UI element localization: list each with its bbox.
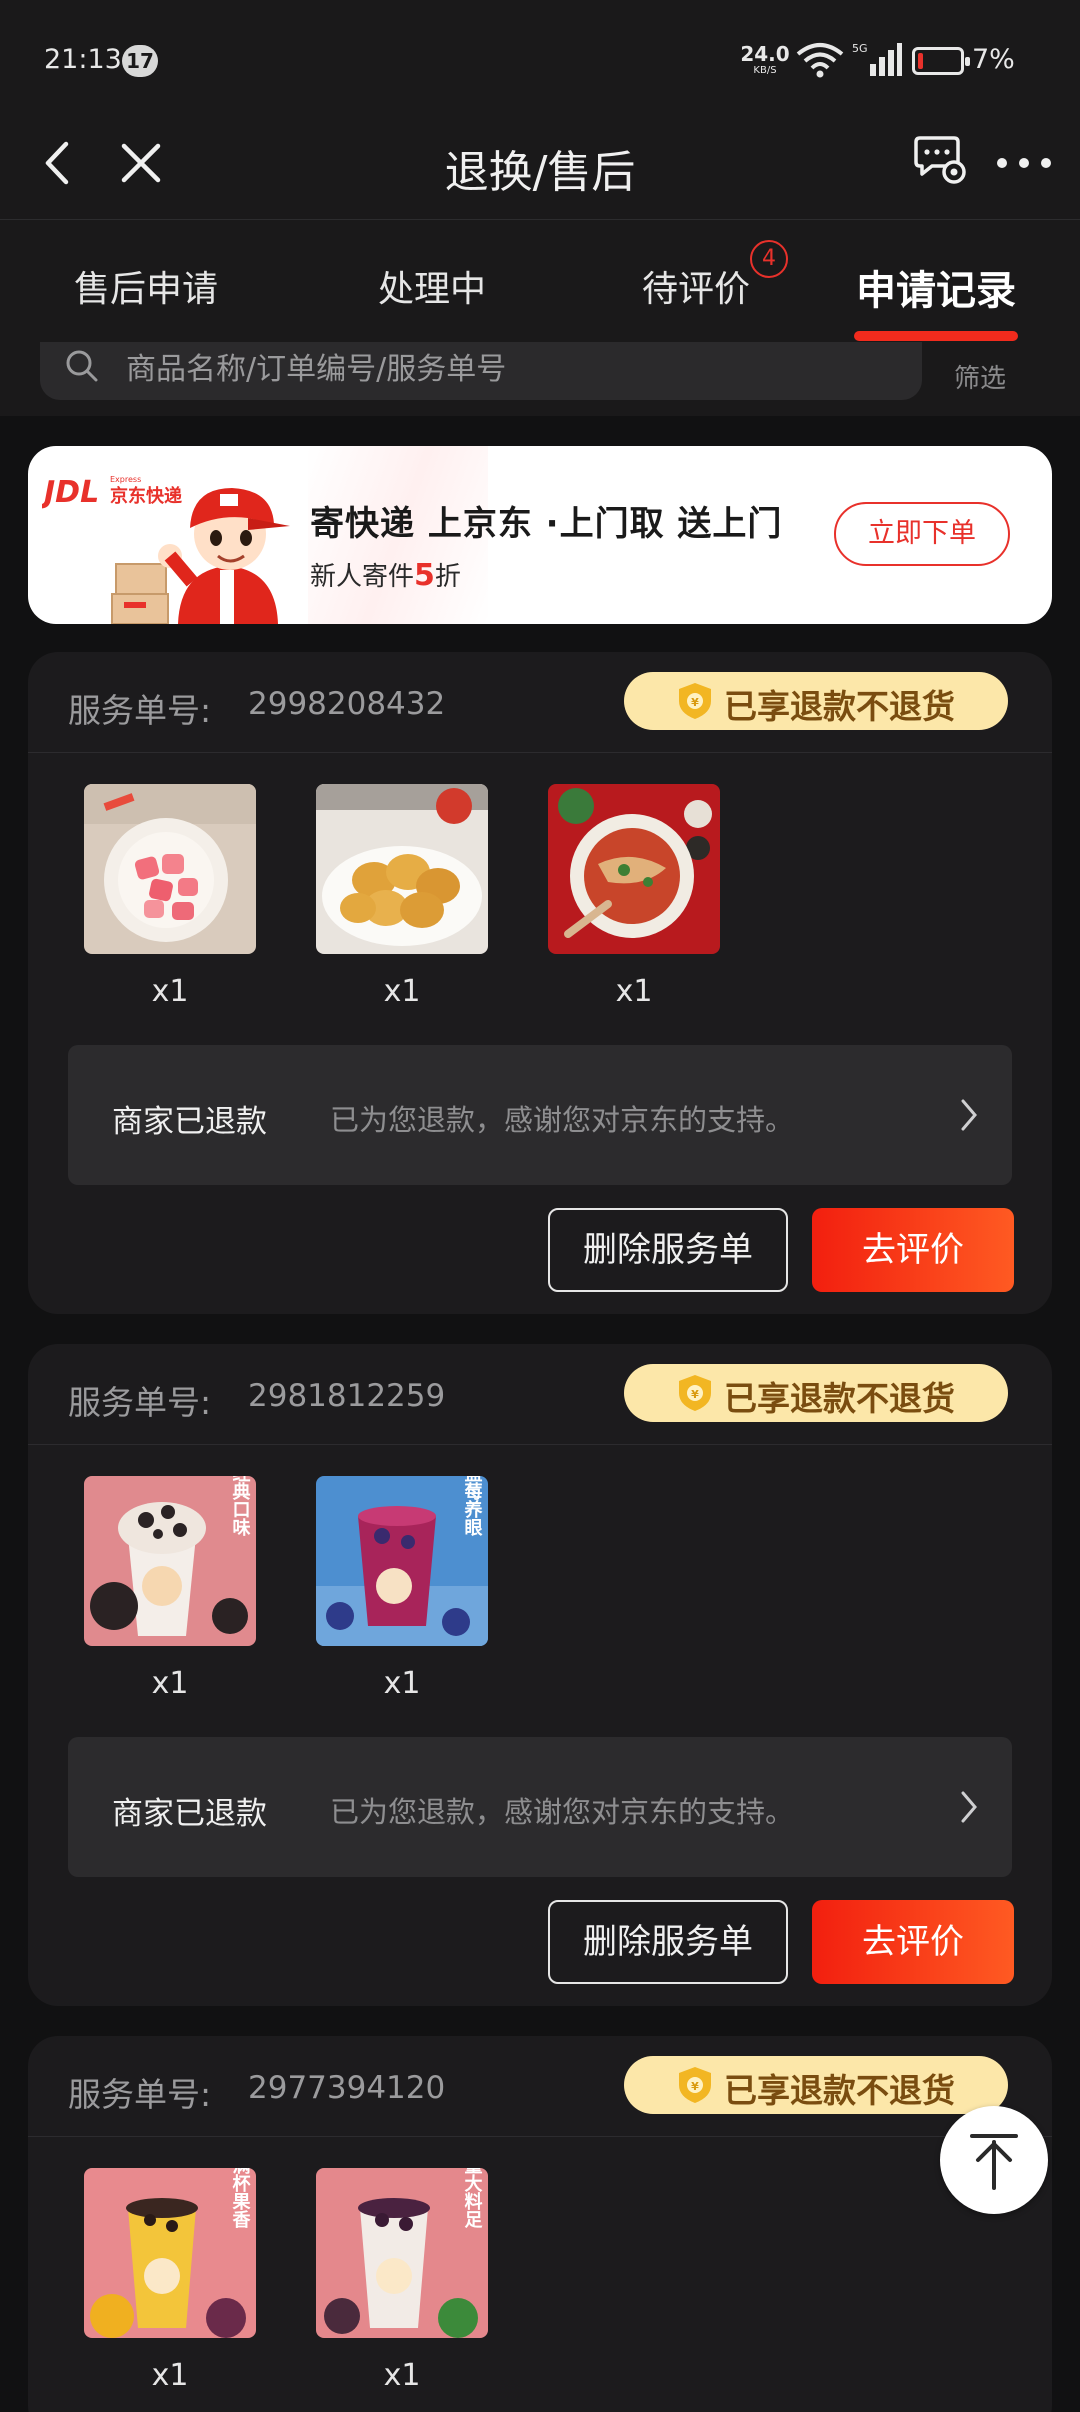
product-quantity: x1 xyxy=(151,2358,189,2393)
search-icon xyxy=(66,350,98,382)
banner-subtitle-prefix: 新人寄件 xyxy=(310,562,415,592)
product-item[interactable]: x1 xyxy=(316,784,488,1009)
shield-icon: ¥ xyxy=(679,683,711,719)
service-order-number: 2977394120 xyxy=(248,2070,446,2106)
tab-application-records[interactable]: 申请记录 xyxy=(856,258,1016,316)
status-bar: 21:13 17 24.0 KB/S 5G 7% xyxy=(0,0,1080,108)
filter-button[interactable]: 筛选 xyxy=(954,358,1006,395)
close-icon[interactable] xyxy=(116,138,166,188)
tab-to-review[interactable]: 待评价 xyxy=(642,260,750,312)
write-review-button[interactable]: 去评价 xyxy=(812,1900,1014,1984)
product-quantity: x1 xyxy=(151,1666,189,1701)
product-tag-text: 蓝莓养眼 xyxy=(462,1476,484,1537)
service-order-number: 2981812259 xyxy=(248,1378,446,1414)
product-image: 量大料足 xyxy=(316,2155,488,2338)
product-quantity: x1 xyxy=(615,974,653,1009)
scroll-to-top-button[interactable] xyxy=(940,2106,1048,2214)
refund-without-return-badge: ¥ 已享退款不退货 xyxy=(624,1364,1008,1422)
search-input[interactable]: 商品名称/订单编号/服务单号 xyxy=(40,342,922,400)
cellular-signal-icon: 5G xyxy=(852,42,902,76)
product-item[interactable]: x1 xyxy=(84,784,256,1009)
product-tag-text: 满杯果香 xyxy=(230,2168,252,2229)
svg-text:¥: ¥ xyxy=(691,2080,699,2093)
wifi-icon xyxy=(796,43,844,78)
svg-text:5G: 5G xyxy=(852,42,868,55)
product-image: 经典口味 xyxy=(84,1463,256,1646)
refund-status-description: 已为您退款，感谢您对京东的支持。 xyxy=(330,1795,795,1829)
svg-text:¥: ¥ xyxy=(691,1388,699,1401)
shield-icon: ¥ xyxy=(679,1375,711,1411)
svg-text:¥: ¥ xyxy=(691,696,699,709)
tab-after-sale-apply[interactable]: 售后申请 xyxy=(74,260,218,312)
network-speed-value: 24.0 xyxy=(740,42,790,66)
service-order-number-label: 服务单号: xyxy=(68,691,212,730)
service-order-card: 服务单号: 2981812259 ¥ 已享退款不退货 经典口味 x1 蓝莓养眼 … xyxy=(28,1344,1052,2006)
clock: 21:13 xyxy=(44,44,122,75)
product-quantity: x1 xyxy=(383,974,421,1009)
order-now-button[interactable]: 立即下单 xyxy=(834,502,1010,566)
service-order-header: 服务单号: 2981812259 ¥ 已享退款不退货 xyxy=(28,1344,1052,1445)
page-title: 退换/售后 xyxy=(444,147,636,198)
tab-bar: 售后申请 处理中 待评价 申请记录 xyxy=(0,220,1080,342)
refund-status-description: 已为您退款，感谢您对京东的支持。 xyxy=(330,1103,795,1137)
network-speed-unit: KB/S xyxy=(753,65,777,76)
refund-status-row[interactable]: 商家已退款 已为您退款，感谢您对京东的支持。 xyxy=(68,1045,1012,1185)
banner-title: 寄快递 上京东 ·上门取 送上门 xyxy=(310,504,783,544)
jd-express-ad-banner[interactable]: JDL Express 京东快递 寄快递 上京东 ·上门取 送上门 新人寄件5折… xyxy=(28,446,1052,624)
network-speed: 24.0 KB/S xyxy=(740,44,790,76)
active-tab-indicator xyxy=(854,331,1018,341)
service-order-number-label: 服务单号: xyxy=(68,1383,212,1422)
refund-badge-text: 已享退款不退货 xyxy=(724,2071,955,2110)
battery-percent: 7% xyxy=(972,44,1015,75)
search-area: 商品名称/订单编号/服务单号 筛选 xyxy=(0,342,1080,416)
refund-badge-text: 已享退款不退货 xyxy=(724,1379,955,1418)
product-item[interactable]: 满杯果香 x1 xyxy=(84,2155,256,2393)
product-item[interactable]: 量大料足 x1 xyxy=(316,2155,488,2393)
refund-status-title: 商家已退款 xyxy=(112,1796,267,1832)
service-order-header: 服务单号: 2977394120 ¥ 已享退款不退货 xyxy=(28,2036,1052,2137)
product-item[interactable]: x1 xyxy=(548,784,720,1009)
product-item[interactable]: 经典口味 x1 xyxy=(84,1463,256,1701)
arrow-up-to-top-icon xyxy=(970,2134,1018,2190)
service-order-number: 2998208432 xyxy=(248,686,446,722)
refund-status-title: 商家已退款 xyxy=(112,1104,267,1140)
search-placeholder: 商品名称/订单编号/服务单号 xyxy=(126,352,507,387)
chevron-right-icon xyxy=(961,1791,977,1823)
customer-service-settings-icon[interactable] xyxy=(910,132,970,192)
refund-status-row[interactable]: 商家已退款 已为您退款，感谢您对京东的支持。 xyxy=(68,1737,1012,1877)
refund-badge-text: 已享退款不退货 xyxy=(724,687,955,726)
banner-subtitle: 新人寄件5折 xyxy=(310,556,461,593)
svg-text:JDL: JDL xyxy=(42,475,99,510)
product-tag-text: 量大料足 xyxy=(462,2168,483,2229)
tab-processing[interactable]: 处理中 xyxy=(378,260,486,312)
shield-icon: ¥ xyxy=(679,2067,711,2103)
product-quantity: x1 xyxy=(383,1666,421,1701)
product-quantity: x1 xyxy=(383,2358,421,2393)
service-order-card: 服务单号: 2998208432 ¥ 已享退款不退货 x1 x1 x1 商家已退… xyxy=(28,652,1052,1314)
service-order-card: 服务单号: 2977394120 ¥ 已享退款不退货 满杯果香 x1 量大料足 … xyxy=(28,2036,1052,2412)
product-tag-text: 经典口味 xyxy=(230,1476,251,1537)
product-image xyxy=(548,784,720,954)
service-order-number-label: 服务单号: xyxy=(68,2075,212,2114)
delete-service-order-button[interactable]: 删除服务单 xyxy=(548,1208,788,1292)
product-image xyxy=(84,784,256,954)
chevron-right-icon xyxy=(961,1099,977,1131)
back-arrow-icon[interactable] xyxy=(34,138,84,188)
product-quantity: x1 xyxy=(151,974,189,1009)
product-image xyxy=(316,784,488,954)
banner-subtitle-suffix: 折 xyxy=(434,562,461,592)
product-image: 蓝莓养眼 xyxy=(316,1464,488,1646)
navigation-bar: 退换/售后 xyxy=(0,108,1080,220)
battery-icon xyxy=(912,47,970,75)
banner-discount-number: 5 xyxy=(414,558,435,593)
refund-without-return-badge: ¥ 已享退款不退货 xyxy=(624,672,1008,730)
notification-count-badge: 17 xyxy=(122,45,158,77)
to-review-count-badge: 4 xyxy=(750,240,788,278)
delete-service-order-button[interactable]: 删除服务单 xyxy=(548,1900,788,1984)
more-options-icon[interactable] xyxy=(992,138,1056,188)
write-review-button[interactable]: 去评价 xyxy=(812,1208,1014,1292)
product-image: 满杯果香 xyxy=(84,2155,256,2338)
product-item[interactable]: 蓝莓养眼 x1 xyxy=(316,1464,488,1701)
service-order-header: 服务单号: 2998208432 ¥ 已享退款不退货 xyxy=(28,652,1052,753)
